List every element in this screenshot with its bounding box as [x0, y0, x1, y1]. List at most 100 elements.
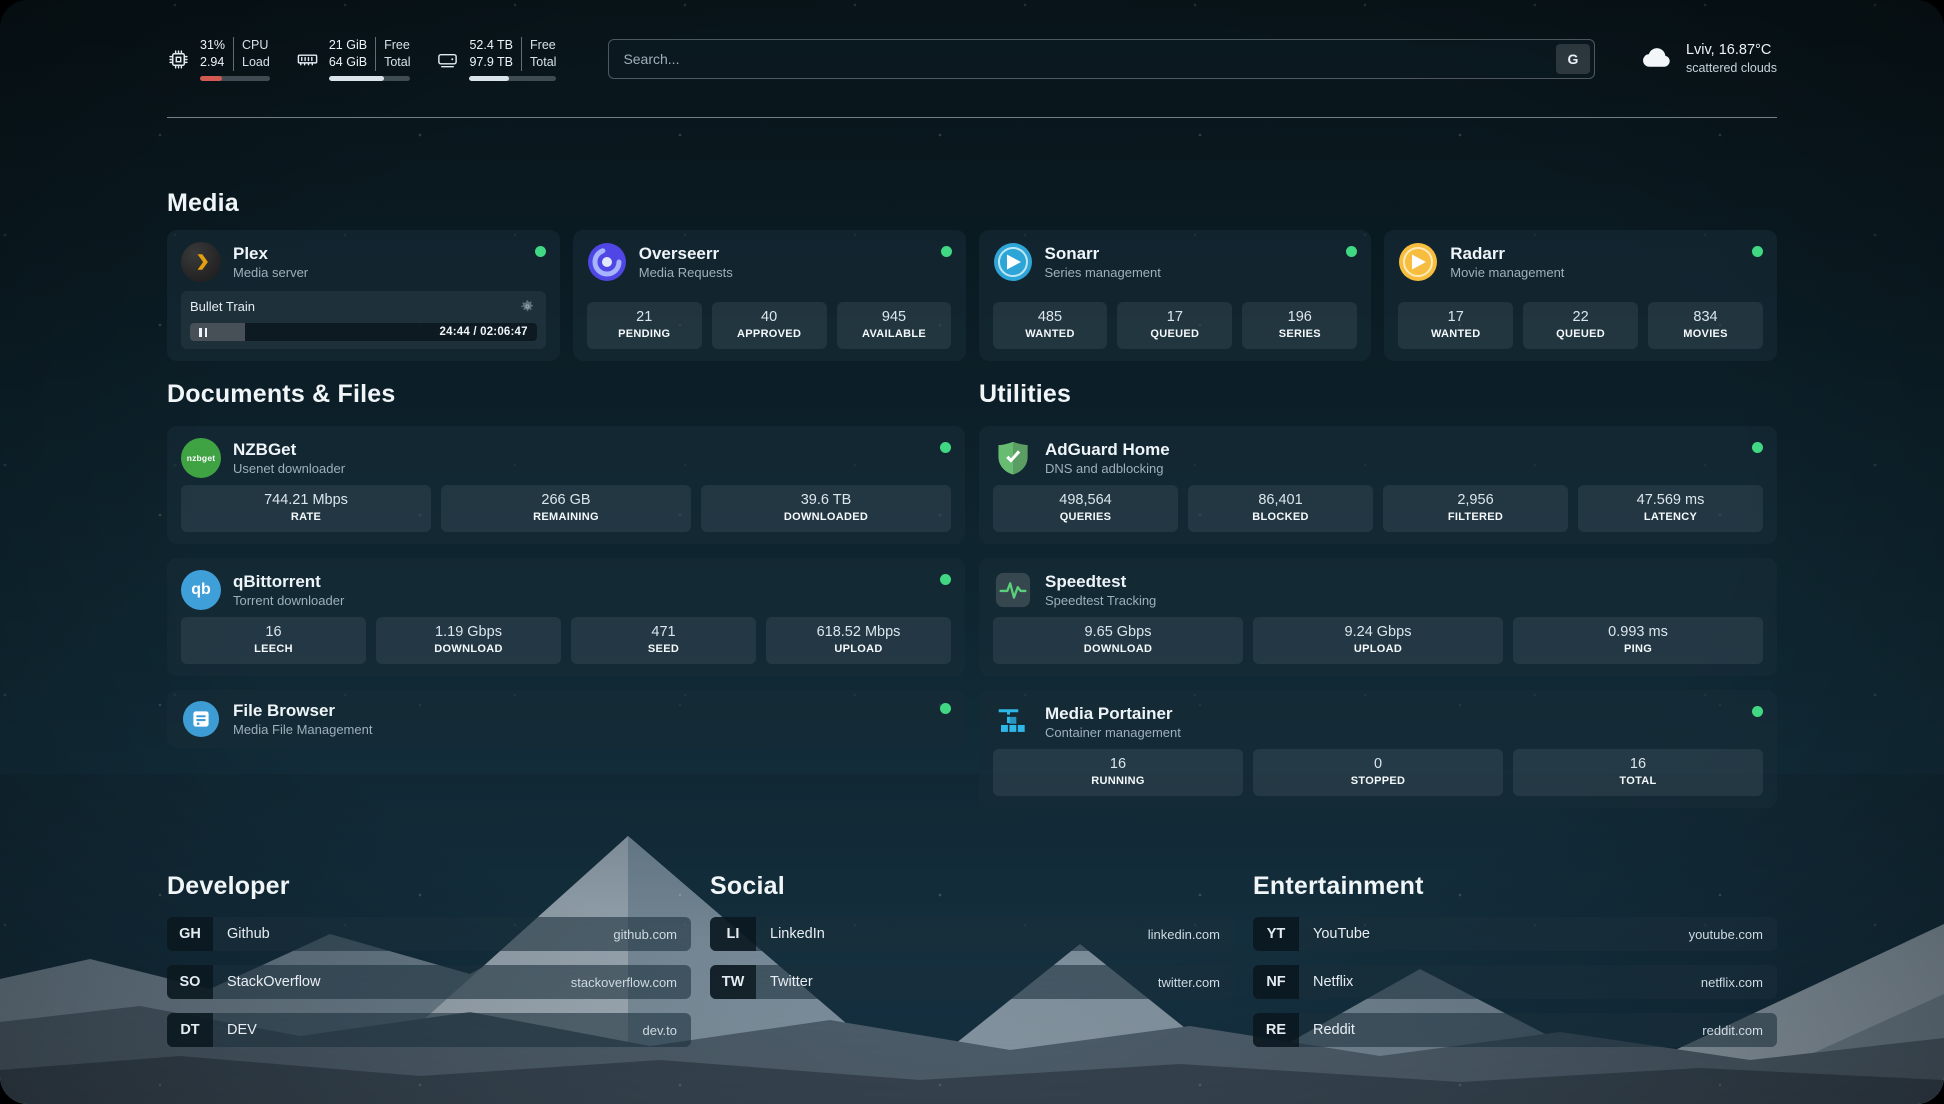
search-engine-button[interactable]: G — [1556, 44, 1590, 74]
status-dot — [535, 246, 546, 257]
stat-box: 9.24 Gbps UPLOAD — [1253, 617, 1503, 664]
plex-icon — [181, 242, 221, 282]
stat-label: REMAINING — [445, 510, 687, 525]
app-name: Plex — [233, 243, 308, 265]
stat-value: 0.993 ms — [1517, 623, 1759, 643]
cpu-monitor: 31% 2.94 CPU Load — [167, 37, 270, 80]
stat-value: 266 GB — [445, 491, 687, 511]
radarr-icon — [1398, 242, 1438, 282]
weather-widget[interactable]: Lviv, 16.87°C scattered clouds — [1639, 39, 1777, 80]
cpu-icon — [167, 48, 190, 71]
bookmark-reddit[interactable]: RE Reddit reddit.com — [1253, 1013, 1777, 1047]
bookmark-name: Netflix — [1299, 974, 1353, 990]
app-card-nzbget[interactable]: nzbget NZBGet Usenet downloader 744.21 M… — [167, 426, 965, 544]
bookmark-youtube[interactable]: YT YouTube youtube.com — [1253, 917, 1777, 951]
gear-icon[interactable] — [518, 297, 537, 316]
stat-box: 16 TOTAL — [1513, 749, 1763, 796]
app-name: File Browser — [233, 700, 372, 722]
stat-value: 17 — [1121, 308, 1228, 328]
status-dot — [940, 442, 951, 453]
bookmark-abbr: GH — [167, 917, 213, 951]
status-dot — [941, 246, 952, 257]
stat-value: 47.569 ms — [1582, 491, 1759, 511]
playback-time: 24:44 / 02:06:47 — [440, 326, 528, 338]
stat-value: 744.21 Mbps — [185, 491, 427, 511]
qbittorrent-icon: qb — [181, 570, 221, 610]
app-subtitle: Media Requests — [639, 265, 733, 282]
stat-box: 40 APPROVED — [712, 302, 827, 349]
stat-box: 16 RUNNING — [993, 749, 1243, 796]
bookmark-abbr: YT — [1253, 917, 1299, 951]
stat-value: 498,564 — [997, 491, 1174, 511]
disk-label-top: Free — [530, 37, 556, 54]
bookmark-twitter[interactable]: TW Twitter twitter.com — [710, 965, 1234, 999]
stat-label: UPLOAD — [770, 642, 947, 657]
stat-box: 266 GB REMAINING — [441, 485, 691, 532]
bookmark-abbr: TW — [710, 965, 756, 999]
stat-box: 39.6 TB DOWNLOADED — [701, 485, 951, 532]
section-documents: Documents & Files nzbget NZBGet Usenet d… — [167, 380, 965, 808]
bookmark-dev[interactable]: DT DEV dev.to — [167, 1013, 691, 1047]
header-divider — [167, 117, 1777, 118]
app-card-speedtest[interactable]: Speedtest Speedtest Tracking 9.65 Gbps D… — [979, 558, 1777, 676]
bookmark-linkedin[interactable]: LI LinkedIn linkedin.com — [710, 917, 1234, 951]
app-card-plex[interactable]: Plex Media server Bullet Train — [167, 230, 560, 361]
stat-label: FILTERED — [1387, 510, 1564, 525]
disk-monitor: 52.4 TB 97.9 TB Free Total — [436, 37, 556, 80]
bookmark-url: dev.to — [643, 1023, 691, 1038]
bookmark-stackoverflow[interactable]: SO StackOverflow stackoverflow.com — [167, 965, 691, 999]
stat-label: LEECH — [185, 642, 362, 657]
stat-value: 1.19 Gbps — [380, 623, 557, 643]
section-media: Media Plex Media server — [167, 189, 1777, 361]
stat-label: DOWNLOAD — [380, 642, 557, 657]
app-card-qbittorrent[interactable]: qb qBittorrent Torrent downloader 16 — [167, 558, 965, 676]
stat-value: 945 — [841, 308, 948, 328]
search-bar: G — [608, 39, 1595, 79]
stat-box: 22 QUEUED — [1523, 302, 1638, 349]
bookmark-url: reddit.com — [1702, 1023, 1777, 1038]
stat-value: 471 — [575, 623, 752, 643]
app-card-adguard[interactable]: AdGuard Home DNS and adblocking 498,564 … — [979, 426, 1777, 544]
bookmark-name: Reddit — [1299, 1022, 1355, 1038]
cpu-usage-fill — [200, 76, 222, 81]
cpu-label-bottom: Load — [242, 54, 270, 71]
stat-box: 47.569 ms LATENCY — [1578, 485, 1763, 532]
ram-label-top: Free — [384, 37, 410, 54]
stat-label: AVAILABLE — [841, 327, 948, 342]
stat-label: PENDING — [591, 327, 698, 342]
stat-box: 86,401 BLOCKED — [1188, 485, 1373, 532]
stat-label: APPROVED — [716, 327, 823, 342]
search-input[interactable] — [609, 51, 1556, 67]
bookmark-name: YouTube — [1299, 926, 1370, 942]
stat-value: 16 — [997, 755, 1239, 775]
app-name: NZBGet — [233, 439, 345, 461]
app-card-filebrowser[interactable]: File Browser Media File Management — [167, 690, 965, 748]
weather-condition: scattered clouds — [1686, 60, 1777, 77]
ram-free-value: 21 GiB — [329, 37, 367, 54]
stat-box: 744.21 Mbps RATE — [181, 485, 431, 532]
bookmark-github[interactable]: GH Github github.com — [167, 917, 691, 951]
stat-value: 39.6 TB — [705, 491, 947, 511]
app-card-overseerr[interactable]: Overseerr Media Requests 21 PENDING 40 A… — [573, 230, 966, 361]
bookmark-netflix[interactable]: NF Netflix netflix.com — [1253, 965, 1777, 999]
stat-value: 196 — [1246, 308, 1353, 328]
ram-label-bottom: Total — [384, 54, 410, 71]
app-name: Radarr — [1450, 243, 1564, 265]
app-card-portainer[interactable]: Media Portainer Container management 16 … — [979, 690, 1777, 808]
stat-label: RATE — [185, 510, 427, 525]
pause-icon[interactable] — [199, 328, 207, 337]
qbittorrent-icon-text: qb — [191, 581, 211, 599]
cpu-usage-bar — [200, 76, 270, 81]
stat-label: WANTED — [997, 327, 1104, 342]
ram-total-value: 64 GiB — [329, 54, 367, 71]
filebrowser-icon — [181, 699, 221, 739]
app-card-radarr[interactable]: Radarr Movie management 17 WANTED 22 QUE… — [1384, 230, 1777, 361]
playback-progress-bar[interactable]: 24:44 / 02:06:47 — [190, 323, 537, 341]
stat-label: RUNNING — [997, 774, 1239, 789]
disk-label-bottom: Total — [530, 54, 556, 71]
app-card-sonarr[interactable]: Sonarr Series management 485 WANTED 17 Q… — [979, 230, 1372, 361]
stat-box: 471 SEED — [571, 617, 756, 664]
ram-icon — [296, 48, 319, 71]
stat-label: QUERIES — [997, 510, 1174, 525]
stat-label: TOTAL — [1517, 774, 1759, 789]
